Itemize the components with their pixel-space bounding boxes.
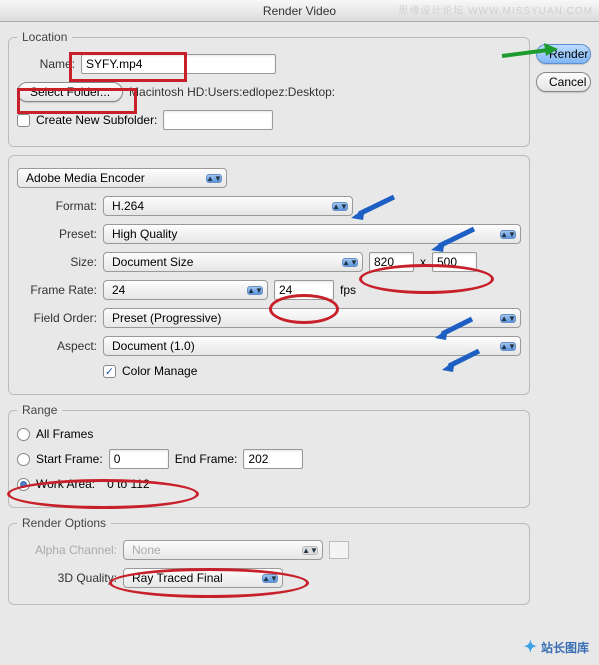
updown-icon: ▲▼ bbox=[262, 574, 278, 583]
framerate-mode-select[interactable]: 24 ▲▼ bbox=[103, 280, 268, 300]
framerate-input[interactable] bbox=[274, 280, 334, 300]
3d-quality-label: 3D Quality: bbox=[17, 571, 117, 585]
name-label: Name: bbox=[17, 57, 75, 71]
updown-icon: ▲▼ bbox=[247, 286, 263, 295]
encoder-select[interactable]: Adobe Media Encoder ▲▼ bbox=[17, 168, 227, 188]
alpha-channel-select: None ▲▼ bbox=[123, 540, 323, 560]
create-subfolder-checkbox[interactable] bbox=[17, 114, 30, 127]
aspect-label: Aspect: bbox=[17, 339, 97, 353]
folder-path: Macintosh HD:Users:edlopez:Desktop: bbox=[129, 85, 335, 99]
color-manage-label: Color Manage bbox=[122, 364, 197, 378]
format-select[interactable]: H.264 ▲▼ bbox=[103, 196, 353, 216]
endframe-label: End Frame: bbox=[175, 452, 238, 466]
updown-icon: ▲▼ bbox=[302, 546, 318, 555]
alpha-swatch bbox=[329, 541, 349, 559]
alpha-channel-label: Alpha Channel: bbox=[17, 543, 117, 557]
fieldorder-select[interactable]: Preset (Progressive) ▲▼ bbox=[103, 308, 521, 328]
encoder-group: Adobe Media Encoder ▲▼ Format: H.264 ▲▼ … bbox=[8, 155, 530, 395]
create-subfolder-label: Create New Subfolder: bbox=[36, 113, 157, 127]
height-input[interactable] bbox=[432, 252, 477, 272]
format-label: Format: bbox=[17, 199, 97, 213]
width-input[interactable] bbox=[369, 252, 414, 272]
preset-select[interactable]: High Quality ▲▼ bbox=[103, 224, 521, 244]
name-input[interactable] bbox=[81, 54, 276, 74]
watermark-top: 思缘设计论坛 WWW.MISSYUAN.COM bbox=[398, 2, 593, 17]
select-folder-button[interactable]: Select Folder... bbox=[17, 82, 123, 102]
size-mode-select[interactable]: Document Size ▲▼ bbox=[103, 252, 363, 272]
render-button[interactable]: Render bbox=[536, 44, 591, 64]
watermark-bottom: ✦ 站长图库 bbox=[524, 637, 589, 657]
endframe-input[interactable] bbox=[243, 449, 303, 469]
color-manage-checkbox[interactable]: ✓ bbox=[103, 365, 116, 378]
allframes-label: All Frames bbox=[36, 427, 93, 441]
3d-quality-select[interactable]: Ray Traced Final ▲▼ bbox=[123, 568, 283, 588]
workarea-label: Work Area: bbox=[36, 477, 95, 491]
size-label: Size: bbox=[17, 255, 97, 269]
location-legend: Location bbox=[17, 30, 72, 44]
workarea-radio[interactable] bbox=[17, 478, 30, 491]
range-group: Range All Frames Start Frame: End Frame:… bbox=[8, 403, 530, 508]
fieldorder-label: Field Order: bbox=[17, 311, 97, 325]
range-legend: Range bbox=[17, 403, 62, 417]
startframe-label: Start Frame: bbox=[36, 452, 103, 466]
updown-icon: ▲▼ bbox=[332, 202, 348, 211]
location-group: Location Name: Select Folder... Macintos… bbox=[8, 30, 530, 147]
subfolder-input[interactable] bbox=[163, 110, 273, 130]
cancel-button[interactable]: Cancel bbox=[536, 72, 591, 92]
updown-icon: ▲▼ bbox=[500, 230, 516, 239]
fps-label: fps bbox=[340, 283, 356, 297]
render-options-group: Render Options Alpha Channel: None ▲▼ 3D… bbox=[8, 516, 530, 605]
aspect-select[interactable]: Document (1.0) ▲▼ bbox=[103, 336, 521, 356]
updown-icon: ▲▼ bbox=[500, 314, 516, 323]
updown-icon: ▲▼ bbox=[342, 258, 358, 267]
preset-label: Preset: bbox=[17, 227, 97, 241]
startframe-input[interactable] bbox=[109, 449, 169, 469]
updown-icon: ▲▼ bbox=[206, 174, 222, 183]
logo-icon: ✦ bbox=[524, 637, 537, 657]
times-x: x bbox=[420, 255, 426, 269]
framerate-label: Frame Rate: bbox=[17, 283, 97, 297]
startframe-radio[interactable] bbox=[17, 453, 30, 466]
workarea-text: 0 to 112 bbox=[107, 477, 149, 491]
allframes-radio[interactable] bbox=[17, 428, 30, 441]
render-options-legend: Render Options bbox=[17, 516, 111, 530]
updown-icon: ▲▼ bbox=[500, 342, 516, 351]
window-title: Render Video bbox=[263, 4, 336, 18]
